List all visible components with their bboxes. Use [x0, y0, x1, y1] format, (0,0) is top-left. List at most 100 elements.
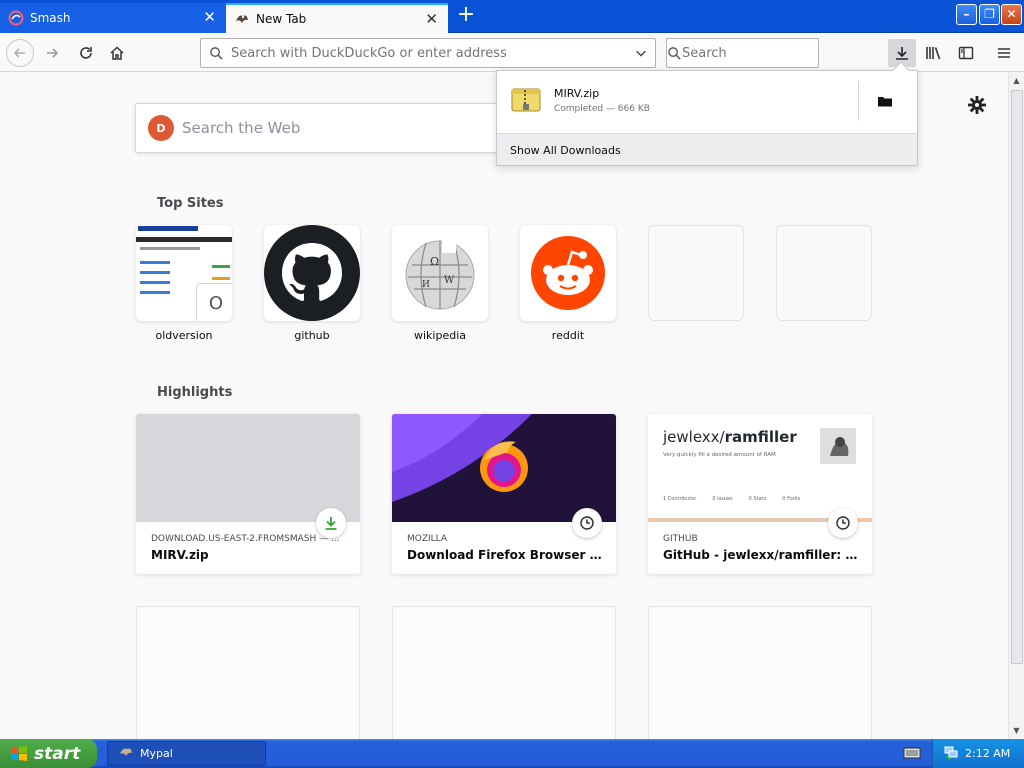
chevron-down-icon[interactable]	[627, 46, 655, 60]
top-site-empty	[648, 225, 744, 321]
repo-stat: 0 Stars	[748, 496, 767, 502]
repo-avatar	[820, 428, 856, 464]
repo-stats: 1 Contributor 0 Issues 0 Stars 0 Forks	[663, 496, 800, 502]
wikipedia-logo-icon: ΩW И	[392, 225, 488, 321]
back-arrow-icon	[13, 48, 25, 58]
close-tab-icon[interactable]: ✕	[203, 9, 216, 25]
highlight-card-mirv[interactable]: DOWNLOAD.US-EAST-2.FROMSMASH — ... MIRV.…	[136, 414, 360, 574]
new-tab-button[interactable]: +	[455, 4, 477, 27]
scrollbar-thumb[interactable]	[1011, 90, 1023, 664]
taskbar: start Mypal 2:12 AM	[0, 739, 1024, 768]
minimize-button[interactable]: –	[956, 4, 977, 25]
top-site-reddit[interactable]: reddit	[520, 225, 616, 342]
top-sites-heading: Top Sites	[157, 196, 224, 211]
download-item[interactable]: MIRV.zip Completed — 666 KB	[497, 71, 917, 131]
address-input[interactable]	[231, 45, 627, 61]
task-label: Mypal	[140, 747, 173, 760]
system-tray: 2:12 AM	[932, 739, 1024, 768]
search-icon	[201, 46, 231, 61]
tab-new-tab[interactable]: New Tab ✕	[226, 3, 448, 33]
site-thumbnail: O	[136, 225, 232, 321]
reload-button[interactable]	[72, 39, 100, 67]
tab-label: Smash	[30, 11, 71, 25]
forward-arrow-icon	[47, 48, 59, 58]
clock: 2:12 AM	[965, 747, 1011, 760]
keyboard-icon[interactable]	[903, 745, 921, 761]
site-label: github	[294, 329, 330, 342]
hamburger-menu-icon	[998, 48, 1010, 58]
card-title: MIRV.zip	[151, 548, 209, 562]
card-title: Download Firefox Browser — Fa...	[407, 548, 603, 562]
card-source: DOWNLOAD.US-EAST-2.FROMSMASH — ...	[151, 534, 340, 544]
top-site-wikipedia[interactable]: ΩW И wikipedia	[392, 225, 488, 342]
forward-button[interactable]	[38, 39, 66, 67]
zip-file-icon	[510, 84, 542, 116]
highlights-heading: Highlights	[157, 385, 233, 400]
gear-icon[interactable]	[966, 94, 988, 116]
repo-description: Very quickly fill a desired amount of RA…	[663, 452, 776, 458]
reddit-logo-icon	[520, 225, 616, 321]
menu-button[interactable]	[990, 39, 1018, 67]
search-icon	[667, 46, 682, 61]
svg-text:И: И	[422, 280, 430, 290]
close-window-button[interactable]: ✕	[1001, 4, 1022, 25]
tab-strip: Smash ✕ New Tab ✕ + – ❐ ✕	[0, 0, 1024, 33]
tab-smash[interactable]: Smash ✕	[0, 3, 226, 33]
site-label: wikipedia	[413, 329, 466, 342]
maximize-button[interactable]: ❐	[979, 4, 1000, 25]
new-tab-page: D Top Sites O oldversion github ΩW И	[0, 72, 1008, 739]
search-input[interactable]	[682, 45, 852, 61]
repo-name: ramfiller	[724, 428, 797, 446]
tab-label: New Tab	[256, 12, 307, 26]
mypal-icon	[118, 744, 134, 763]
svg-text:Ω: Ω	[430, 255, 439, 268]
home-button[interactable]	[103, 39, 131, 67]
card-title: GitHub - jewlexx/ramfiller: Very...	[663, 548, 859, 562]
site-label: oldversion	[155, 329, 213, 342]
show-all-downloads-button[interactable]: Show All Downloads	[497, 133, 917, 165]
download-status: Completed — 666 KB	[554, 104, 650, 114]
duckduckgo-logo-icon: D	[148, 115, 174, 141]
downloads-panel: MIRV.zip Completed — 666 KB Show All Dow…	[496, 61, 918, 166]
empty-highlight-card	[648, 606, 872, 739]
repo-owner: jewlexx/	[663, 428, 725, 446]
library-icon	[926, 47, 941, 60]
divider	[858, 81, 859, 121]
windows-logo-icon	[10, 745, 28, 763]
top-site-github[interactable]: github	[264, 225, 360, 342]
card-preview	[392, 414, 616, 522]
top-site-oldversion[interactable]: O oldversion	[136, 225, 232, 342]
library-button[interactable]	[920, 39, 948, 67]
top-site-empty	[776, 225, 872, 321]
empty-site-tile	[776, 225, 872, 321]
scroll-up-icon[interactable]: ▲	[1009, 72, 1024, 89]
download-file-name: MIRV.zip	[554, 87, 600, 100]
search-bar[interactable]	[666, 38, 852, 68]
empty-highlight-card	[392, 606, 616, 739]
close-tab-icon[interactable]: ✕	[425, 11, 438, 27]
smash-icon	[8, 10, 24, 26]
vertical-scrollbar[interactable]: ▲ ▼	[1008, 72, 1024, 739]
scroll-down-icon[interactable]: ▼	[1009, 722, 1024, 739]
site-letter-badge: O	[196, 283, 232, 321]
empty-site-tile	[648, 225, 744, 321]
sidebar-button[interactable]	[952, 39, 980, 67]
address-bar[interactable]	[200, 38, 656, 68]
card-source: MOZILLA	[407, 534, 448, 544]
repo-stat: 0 Issues	[712, 496, 733, 502]
svg-text:W: W	[444, 275, 455, 286]
navigation-toolbar	[0, 34, 1024, 72]
download-icon	[896, 47, 908, 60]
back-button[interactable]	[6, 39, 34, 67]
start-button[interactable]: start	[0, 739, 97, 768]
web-search-input[interactable]	[182, 119, 524, 137]
web-search-box[interactable]: D	[135, 103, 525, 153]
network-icon[interactable]	[943, 744, 959, 763]
highlight-card-firefox[interactable]: MOZILLA Download Firefox Browser — Fa...	[392, 414, 616, 574]
reload-icon	[80, 47, 92, 59]
home-icon	[110, 46, 124, 60]
highlight-card-github[interactable]: jewlexx/ramfiller Very quickly fill a de…	[648, 414, 872, 574]
folder-icon[interactable]	[875, 91, 895, 111]
taskbar-item-mypal[interactable]: Mypal	[107, 741, 266, 766]
sidebar-icon	[958, 46, 974, 60]
